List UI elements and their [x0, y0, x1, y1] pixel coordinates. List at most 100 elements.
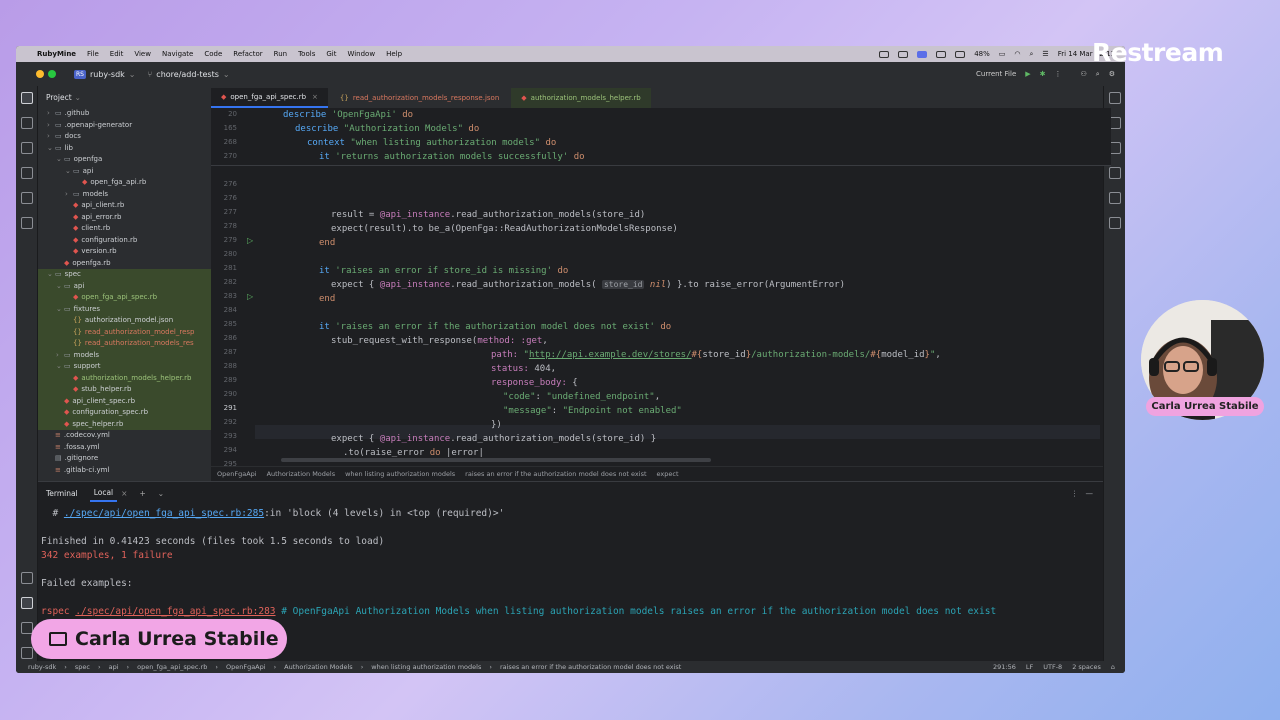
- file-encoding[interactable]: UTF-8: [1043, 663, 1062, 671]
- breadcrumb-item[interactable]: OpenFgaApi: [217, 470, 257, 478]
- breadcrumb-item[interactable]: expect: [657, 470, 679, 478]
- menu-git[interactable]: Git: [326, 50, 336, 58]
- menu-navigate[interactable]: Navigate: [162, 50, 193, 58]
- tree-item[interactable]: ◆ api_client_spec.rb: [38, 395, 211, 407]
- line-separator[interactable]: LF: [1026, 663, 1033, 671]
- chevron-icon[interactable]: ›: [56, 350, 62, 362]
- terminal-title[interactable]: Terminal: [46, 489, 78, 498]
- tree-item[interactable]: ⌄ ▭ lib: [38, 143, 211, 155]
- tree-item[interactable]: ◆ configuration_spec.rb: [38, 407, 211, 419]
- search-icon[interactable]: ⌕: [1029, 50, 1033, 59]
- add-icon[interactable]: +: [139, 489, 145, 498]
- chevron-icon[interactable]: ⌄: [56, 304, 62, 316]
- terminal-menu[interactable]: ⋮ —: [1071, 489, 1093, 498]
- run-test-icon[interactable]: ▷: [247, 236, 253, 245]
- more-icon[interactable]: ⋮: [1055, 70, 1062, 78]
- battery-icon[interactable]: ▭: [999, 50, 1006, 58]
- tab-authorization-models-helper[interactable]: ◆ authorization_models_helper.rb: [511, 88, 651, 108]
- more-tools-icon[interactable]: [20, 217, 33, 229]
- tree-item[interactable]: › ▭ docs: [38, 131, 211, 143]
- code-editor[interactable]: ◆ open_fga_api_spec.rb × {} read_authori…: [211, 86, 1125, 482]
- git-tool-icon[interactable]: [21, 647, 33, 659]
- project-panel-header[interactable]: Project ⌄: [38, 86, 211, 108]
- project-tool-icon[interactable]: [20, 92, 33, 104]
- tree-item[interactable]: ⌄ ▭ fixtures: [38, 303, 211, 316]
- chevron-down-icon[interactable]: ⌄: [158, 489, 164, 498]
- chevron-icon[interactable]: ⌄: [47, 269, 53, 281]
- menu-app-name[interactable]: RubyMine: [37, 50, 76, 58]
- menu-run[interactable]: Run: [274, 50, 287, 58]
- chevron-icon[interactable]: ›: [47, 131, 53, 143]
- cursor-position[interactable]: 291:56: [993, 663, 1016, 671]
- chevron-icon[interactable]: ⌄: [56, 154, 62, 166]
- terminal-tab-local[interactable]: Local: [89, 485, 118, 502]
- tree-item[interactable]: ≡ .gitlab-ci.yml: [38, 465, 211, 477]
- menu-window[interactable]: Window: [347, 50, 375, 58]
- chevron-icon[interactable]: ›: [47, 108, 53, 120]
- tree-item[interactable]: ⌄ ▭ api: [38, 166, 211, 178]
- tree-item[interactable]: ⌄ ▭ spec: [38, 269, 211, 281]
- tree-item[interactable]: ◆ authorization_models_helper.rb: [38, 372, 211, 384]
- tree-item[interactable]: ◆ configuration.rb: [38, 235, 211, 247]
- run-test-icon[interactable]: ▷: [247, 292, 253, 301]
- wifi-icon[interactable]: ◠: [1014, 50, 1020, 58]
- services-icon[interactable]: [21, 572, 33, 584]
- tree-item[interactable]: ⌄ ▭ support: [38, 361, 211, 373]
- branch-selector[interactable]: chore/add-tests: [156, 70, 219, 79]
- status-path-item[interactable]: api: [109, 663, 119, 671]
- tree-item[interactable]: ⌄ ▭ openfga: [38, 154, 211, 166]
- tree-item[interactable]: ◆ open_fga_api.rb: [38, 177, 211, 189]
- close-icon[interactable]: ×: [312, 93, 318, 101]
- copilot-icon[interactable]: [1108, 167, 1121, 179]
- restream-status-icon[interactable]: [917, 50, 928, 58]
- run-icon[interactable]: ▶: [1025, 70, 1030, 78]
- breadcrumb-item[interactable]: when listing authorization models: [345, 470, 455, 478]
- menu-view[interactable]: View: [134, 50, 151, 58]
- menu-tools[interactable]: Tools: [298, 50, 315, 58]
- screen-record-icon[interactable]: [898, 50, 909, 58]
- plugins-icon[interactable]: [20, 167, 33, 179]
- menu-file[interactable]: File: [87, 50, 99, 58]
- chevron-icon[interactable]: ›: [65, 189, 71, 201]
- chevron-icon[interactable]: ›: [47, 120, 53, 132]
- commit-tool-icon[interactable]: [20, 117, 33, 129]
- tree-item[interactable]: › ▭ models: [38, 189, 211, 201]
- run-config-selector[interactable]: Current File: [976, 70, 1016, 78]
- breadcrumb-item[interactable]: Authorization Models: [267, 470, 336, 478]
- tree-item[interactable]: {} read_authorization_models_res: [38, 338, 211, 350]
- gems-icon[interactable]: [1108, 192, 1121, 204]
- status-path-item[interactable]: raises an error if the authorization mod…: [500, 663, 681, 671]
- endpoints-icon[interactable]: [1108, 217, 1121, 229]
- indent-settings[interactable]: 2 spaces: [1072, 663, 1101, 671]
- settings-icon[interactable]: ⚙: [1109, 70, 1115, 78]
- structure-icon[interactable]: [20, 192, 33, 204]
- menu-edit[interactable]: Edit: [110, 50, 124, 58]
- lock-icon[interactable]: ⌂: [1111, 663, 1115, 671]
- menu-help[interactable]: Help: [386, 50, 402, 58]
- status-path-item[interactable]: Authorization Models: [284, 663, 353, 671]
- close-window-button[interactable]: [24, 70, 32, 78]
- tree-item[interactable]: {} authorization_model.json: [38, 315, 211, 327]
- tree-item[interactable]: ≡ .fossa.yml: [38, 442, 211, 454]
- project-panel-title[interactable]: Project: [46, 93, 72, 102]
- status-path-item[interactable]: open_fga_api_spec.rb: [137, 663, 207, 671]
- tree-item[interactable]: ◆ openfga.rb: [38, 258, 211, 270]
- status-path-item[interactable]: OpenFgaApi: [226, 663, 266, 671]
- tree-item[interactable]: ◆ api_error.rb: [38, 212, 211, 224]
- chevron-icon[interactable]: ⌄: [47, 143, 53, 155]
- menu-code[interactable]: Code: [204, 50, 222, 58]
- tree-item[interactable]: ◆ open_fga_api_spec.rb: [38, 292, 211, 304]
- status-path-item[interactable]: ruby-sdk: [28, 663, 56, 671]
- tree-item[interactable]: › ▭ .github: [38, 108, 211, 120]
- tree-item[interactable]: ◆ api_client.rb: [38, 200, 211, 212]
- tab-read-authorization-models-response[interactable]: {} read_authorization_models_response.js…: [330, 88, 509, 108]
- tree-item[interactable]: {} read_authorization_model_resp: [38, 326, 211, 338]
- tab-open-fga-api-spec[interactable]: ◆ open_fga_api_spec.rb ×: [211, 88, 328, 108]
- add-user-icon[interactable]: ⚇: [1081, 70, 1087, 78]
- window-icon[interactable]: [955, 50, 966, 58]
- status-path-item[interactable]: spec: [75, 663, 90, 671]
- zoom-window-button[interactable]: [48, 70, 56, 78]
- pull-requests-icon[interactable]: [20, 142, 33, 154]
- status-path-item[interactable]: when listing authorization models: [371, 663, 481, 671]
- tree-item[interactable]: › ▭ models: [38, 349, 211, 362]
